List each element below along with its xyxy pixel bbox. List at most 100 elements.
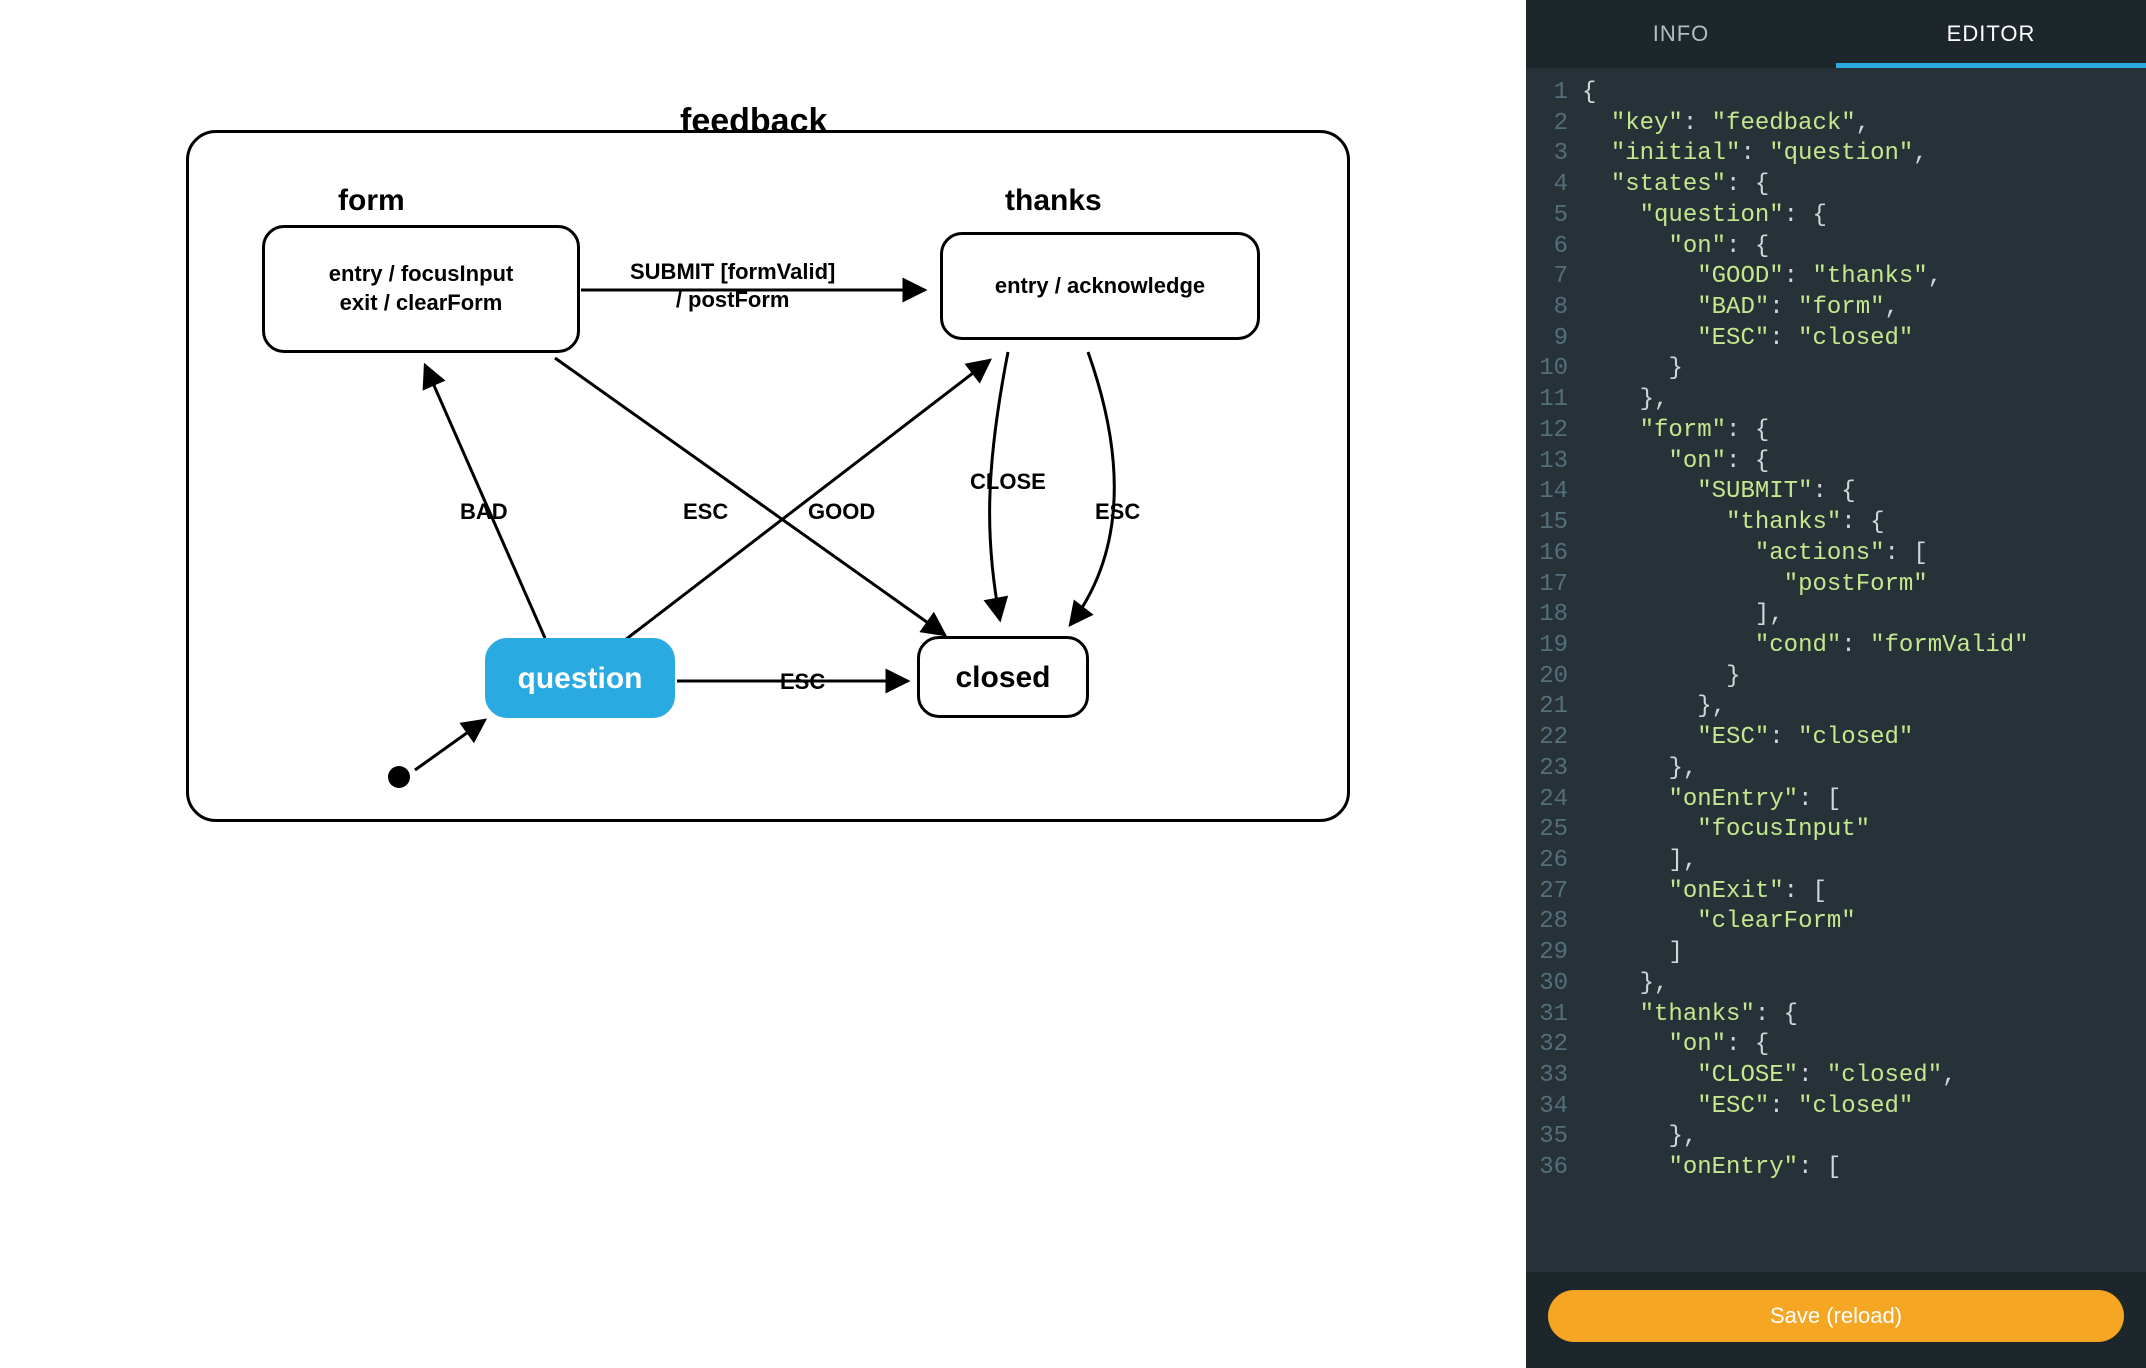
code-line[interactable]: 21 }, (1526, 692, 2146, 723)
code-line[interactable]: 15 "thanks": { (1526, 508, 2146, 539)
code-line[interactable]: 7 "GOOD": "thanks", (1526, 262, 2146, 293)
code-text[interactable]: }, (1582, 692, 2146, 723)
state-thanks[interactable]: entry / acknowledge (940, 232, 1260, 340)
code-text[interactable]: "ESC": "closed" (1582, 1092, 2146, 1123)
code-text[interactable]: { (1582, 78, 2146, 109)
code-text[interactable]: } (1582, 354, 2146, 385)
code-line[interactable]: 29 ] (1526, 938, 2146, 969)
code-text[interactable]: "CLOSE": "closed", (1582, 1061, 2146, 1092)
code-text[interactable]: "key": "feedback", (1582, 109, 2146, 140)
code-line[interactable]: 23 }, (1526, 754, 2146, 785)
code-text[interactable]: "form": { (1582, 416, 2146, 447)
code-text[interactable]: "thanks": { (1582, 1000, 2146, 1031)
transition-esc-form: ESC (683, 498, 728, 526)
code-text[interactable]: "clearForm" (1582, 907, 2146, 938)
line-number: 3 (1526, 139, 1582, 170)
code-line[interactable]: 20 } (1526, 662, 2146, 693)
line-number: 26 (1526, 846, 1582, 877)
code-text[interactable]: "states": { (1582, 170, 2146, 201)
code-line[interactable]: 18 ], (1526, 600, 2146, 631)
code-text[interactable]: "thanks": { (1582, 508, 2146, 539)
code-line[interactable]: 26 ], (1526, 846, 2146, 877)
code-text[interactable]: "on": { (1582, 447, 2146, 478)
code-text[interactable]: "actions": [ (1582, 539, 2146, 570)
code-line[interactable]: 19 "cond": "formValid" (1526, 631, 2146, 662)
code-text[interactable]: } (1582, 662, 2146, 693)
code-line[interactable]: 6 "on": { (1526, 232, 2146, 263)
line-number: 35 (1526, 1122, 1582, 1153)
code-line[interactable]: 35 }, (1526, 1122, 2146, 1153)
code-line[interactable]: 33 "CLOSE": "closed", (1526, 1061, 2146, 1092)
code-line[interactable]: 36 "onEntry": [ (1526, 1153, 2146, 1184)
code-text[interactable]: }, (1582, 969, 2146, 1000)
code-text[interactable]: }, (1582, 1122, 2146, 1153)
state-form-text: entry / focusInput exit / clearForm (329, 260, 514, 317)
code-text[interactable]: ], (1582, 600, 2146, 631)
line-number: 10 (1526, 354, 1582, 385)
code-line[interactable]: 14 "SUBMIT": { (1526, 477, 2146, 508)
code-line[interactable]: 17 "postForm" (1526, 570, 2146, 601)
state-question[interactable]: question (485, 638, 675, 718)
code-line[interactable]: 27 "onExit": [ (1526, 877, 2146, 908)
code-line[interactable]: 10 } (1526, 354, 2146, 385)
code-line[interactable]: 25 "focusInput" (1526, 815, 2146, 846)
code-line[interactable]: 31 "thanks": { (1526, 1000, 2146, 1031)
tab-editor[interactable]: EDITOR (1836, 0, 2146, 68)
code-text[interactable]: ] (1582, 938, 2146, 969)
code-text[interactable]: "BAD": "form", (1582, 293, 2146, 324)
code-line[interactable]: 11 }, (1526, 385, 2146, 416)
code-text[interactable]: "onEntry": [ (1582, 1153, 2146, 1184)
code-text[interactable]: "postForm" (1582, 570, 2146, 601)
save-bar: Save (reload) (1526, 1272, 2146, 1368)
code-line[interactable]: 4 "states": { (1526, 170, 2146, 201)
code-line[interactable]: 30 }, (1526, 969, 2146, 1000)
line-number: 36 (1526, 1153, 1582, 1184)
code-text[interactable]: }, (1582, 385, 2146, 416)
code-text[interactable]: "focusInput" (1582, 815, 2146, 846)
code-text[interactable]: "onEntry": [ (1582, 785, 2146, 816)
code-text[interactable]: "cond": "formValid" (1582, 631, 2146, 662)
code-line[interactable]: 3 "initial": "question", (1526, 139, 2146, 170)
line-number: 6 (1526, 232, 1582, 263)
line-number: 5 (1526, 201, 1582, 232)
code-text[interactable]: "question": { (1582, 201, 2146, 232)
code-text[interactable]: }, (1582, 754, 2146, 785)
code-text[interactable]: "ESC": "closed" (1582, 324, 2146, 355)
code-text[interactable]: "on": { (1582, 232, 2146, 263)
code-line[interactable]: 28 "clearForm" (1526, 907, 2146, 938)
code-text[interactable]: ], (1582, 846, 2146, 877)
line-number: 29 (1526, 938, 1582, 969)
code-line[interactable]: 5 "question": { (1526, 201, 2146, 232)
statechart-canvas[interactable]: feedback form entry / focusInput exit / … (0, 0, 1526, 1368)
code-editor[interactable]: 1{2 "key": "feedback",3 "initial": "ques… (1526, 68, 2146, 1272)
code-text[interactable]: "SUBMIT": { (1582, 477, 2146, 508)
code-text[interactable]: "onExit": [ (1582, 877, 2146, 908)
tab-info[interactable]: INFO (1526, 0, 1836, 68)
state-question-label: question (518, 659, 643, 698)
code-text[interactable]: "GOOD": "thanks", (1582, 262, 2146, 293)
code-line[interactable]: 13 "on": { (1526, 447, 2146, 478)
code-line[interactable]: 8 "BAD": "form", (1526, 293, 2146, 324)
line-number: 18 (1526, 600, 1582, 631)
code-line[interactable]: 16 "actions": [ (1526, 539, 2146, 570)
save-button[interactable]: Save (reload) (1548, 1290, 2124, 1342)
state-form[interactable]: entry / focusInput exit / clearForm (262, 225, 580, 353)
code-text[interactable]: "on": { (1582, 1030, 2146, 1061)
line-number: 19 (1526, 631, 1582, 662)
line-number: 11 (1526, 385, 1582, 416)
code-line[interactable]: 9 "ESC": "closed" (1526, 324, 2146, 355)
line-number: 21 (1526, 692, 1582, 723)
code-text[interactable]: "initial": "question", (1582, 139, 2146, 170)
code-line[interactable]: 24 "onEntry": [ (1526, 785, 2146, 816)
code-line[interactable]: 2 "key": "feedback", (1526, 109, 2146, 140)
state-closed[interactable]: closed (917, 636, 1089, 718)
line-number: 31 (1526, 1000, 1582, 1031)
code-line[interactable]: 32 "on": { (1526, 1030, 2146, 1061)
line-number: 7 (1526, 262, 1582, 293)
code-text[interactable]: "ESC": "closed" (1582, 723, 2146, 754)
code-line[interactable]: 22 "ESC": "closed" (1526, 723, 2146, 754)
code-line[interactable]: 1{ (1526, 78, 2146, 109)
code-line[interactable]: 12 "form": { (1526, 416, 2146, 447)
line-number: 33 (1526, 1061, 1582, 1092)
code-line[interactable]: 34 "ESC": "closed" (1526, 1092, 2146, 1123)
